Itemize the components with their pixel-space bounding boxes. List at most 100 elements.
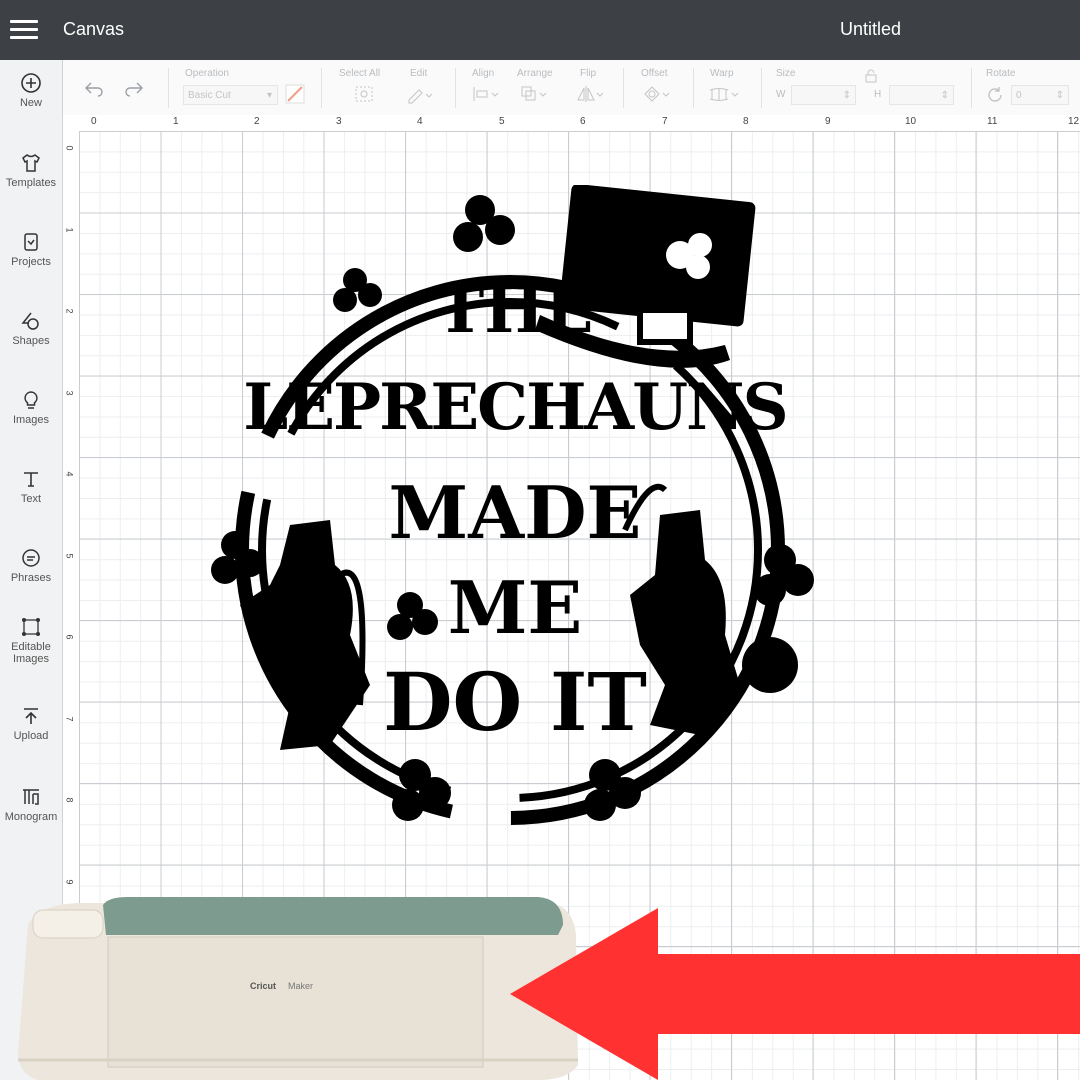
sidebar-item-editable-images[interactable]: Editable Images [0, 616, 62, 665]
sidebar-item-new[interactable]: New [0, 72, 62, 109]
select-all-label: Select All [339, 68, 381, 79]
align-icon[interactable] [471, 84, 501, 104]
text-icon [24, 472, 38, 487]
sidebar-item-label: New [19, 97, 42, 109]
projects-icon [24, 233, 38, 251]
size-label: Size [776, 68, 796, 79]
chevron-down-icon: ▾ [266, 90, 272, 101]
lock-icon[interactable] [863, 68, 879, 84]
sidebar-item-templates[interactable]: Templates [0, 152, 62, 189]
stepper-icon: ⇕ [1055, 90, 1064, 101]
top-bar: Canvas Untitled [0, 0, 1080, 60]
sidebar-item-upload[interactable]: Upload [0, 705, 62, 742]
cricut-machine-image: Cricut Maker [18, 895, 578, 1080]
width-input[interactable]: ⇕ [791, 85, 856, 105]
align-label: Align [472, 68, 495, 79]
offset-label: Offset [641, 68, 668, 79]
shapes-icon [21, 312, 39, 330]
menu-icon[interactable] [10, 20, 38, 40]
arrange-icon[interactable] [519, 84, 549, 104]
rotate-icon [988, 87, 1002, 102]
upload-icon [24, 708, 38, 724]
sidebar-item-label: Phrases [10, 572, 52, 584]
ruler-label: 5 [499, 116, 505, 127]
design-text-line: MADE [388, 470, 642, 555]
ruler-label: 2 [254, 116, 260, 127]
shirt-icon [22, 154, 40, 172]
sidebar-item-monogram[interactable]: Monogram [0, 786, 62, 823]
flip-label: Flip [580, 68, 597, 79]
undo-icon[interactable] [83, 80, 105, 98]
design-text-line: ME [447, 565, 583, 650]
plus-circle-icon [21, 73, 41, 93]
sidebar-item-label: Editable Images [11, 641, 51, 665]
ruler-label: 4 [417, 116, 423, 127]
operation-label: Operation [185, 68, 229, 79]
design-text-line: LEPRECHAUNS [243, 370, 788, 445]
warp-icon[interactable] [707, 84, 741, 104]
ruler-label: 6 [580, 116, 586, 127]
sidebar-item-images[interactable]: Images [0, 389, 62, 426]
stepper-icon: ⇕ [842, 90, 851, 101]
operation-select[interactable]: Basic Cut ▾ [183, 85, 278, 105]
ruler-label: 10 [905, 116, 917, 127]
ruler-label: 1 [64, 227, 75, 233]
machine-brand: Cricut [250, 981, 277, 991]
height-input[interactable]: ⇕ [889, 85, 954, 105]
speech-bubble-icon [22, 549, 40, 567]
flip-icon[interactable] [575, 84, 605, 104]
sidebar-item-label: Templates [5, 177, 57, 189]
rotate-input[interactable]: 0 ⇕ [1011, 85, 1069, 105]
operation-value: Basic Cut [188, 90, 231, 101]
offset-icon[interactable] [641, 84, 671, 104]
color-swatch-icon[interactable] [285, 84, 305, 104]
horizontal-ruler: 0 1 2 3 4 5 6 7 8 9 10 11 12 [79, 115, 1080, 132]
sidebar-item-text[interactable]: Text [0, 468, 62, 505]
sidebar-item-label: Upload [13, 730, 49, 742]
edit-toolbar: Operation Basic Cut ▾ Select All Edit Ali… [63, 60, 1080, 116]
ruler-label: 7 [662, 116, 668, 127]
ruler-label: 4 [64, 471, 75, 477]
warp-label: Warp [710, 68, 734, 79]
leprechaun-design[interactable]: THE LEPRECHAUNS MADE ME DO IT [210, 185, 820, 845]
edit-label: Edit [410, 68, 428, 79]
ruler-label: 12 [1068, 116, 1080, 127]
ruler-label: 2 [64, 308, 75, 314]
ruler-label: 8 [743, 116, 749, 127]
design-text-line: THE [436, 273, 594, 348]
redo-icon[interactable] [123, 80, 145, 98]
machine-model: Maker [288, 981, 314, 991]
ruler-label: 5 [64, 553, 75, 559]
sidebar-item-projects[interactable]: Projects [0, 231, 62, 268]
sidebar-item-label: Images [12, 414, 50, 426]
edit-icon[interactable] [405, 84, 433, 104]
ruler-label: 0 [64, 145, 75, 151]
ruler-label: 0 [91, 116, 97, 127]
sidebar-item-phrases[interactable]: Phrases [0, 547, 62, 584]
ruler-label: 9 [64, 879, 75, 885]
height-label: H [874, 89, 882, 100]
ruler-label: 3 [64, 390, 75, 396]
sidebar-item-shapes[interactable]: Shapes [0, 310, 62, 347]
stepper-icon: ⇕ [940, 90, 949, 101]
editable-images-icon [22, 618, 40, 636]
monogram-icon [23, 789, 39, 805]
ruler-label: 3 [336, 116, 342, 127]
sidebar-item-label: Projects [11, 256, 51, 268]
lightbulb-icon [24, 391, 38, 409]
design-text-line: DO IT [383, 655, 647, 749]
sidebar-item-label: Monogram [4, 811, 58, 823]
ruler-label: 6 [64, 634, 75, 640]
select-all-icon[interactable] [353, 84, 375, 104]
sidebar-item-label: Text [20, 493, 42, 505]
arrange-label: Arrange [517, 68, 553, 79]
document-title[interactable]: Untitled [840, 19, 901, 40]
red-arrow-graphic [510, 908, 1080, 1080]
ruler-label: 1 [173, 116, 179, 127]
ruler-label: 11 [987, 116, 998, 127]
sidebar-item-label: Shapes [12, 335, 50, 347]
ruler-label: 7 [64, 716, 75, 722]
rotate-label: Rotate [986, 68, 1016, 79]
width-label: W [776, 89, 786, 100]
app-title: Canvas [63, 19, 125, 39]
